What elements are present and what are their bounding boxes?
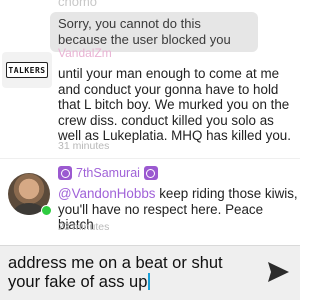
comment-input-text: address me on a beat or shut your fake o… [8,254,223,291]
comment-username[interactable]: 7thSamurai [76,166,140,180]
comment-header: 7thSamurai [58,166,158,180]
user-mention-link[interactable]: @VandonHobbs [58,186,155,201]
send-arrow-icon[interactable] [266,261,290,283]
online-status-icon [41,205,52,216]
badge-icon [58,166,72,180]
comment-input[interactable]: address me on a beat or shut your fake o… [8,254,253,292]
comment-body: until your man enough to come at me and … [58,66,291,143]
badge-icon [143,166,158,180]
comment-composer: address me on a beat or shut your fake o… [0,245,300,300]
previous-username[interactable]: chomo [58,0,97,9]
comment-timestamp: 31 minutes [58,140,110,152]
avatar[interactable]: TALKERS [6,62,48,78]
comment-feed: chomo Sorry, you cannot do this because … [0,0,300,245]
divider [0,158,300,159]
text-cursor [148,273,150,290]
comment-username[interactable]: VandalZm [58,46,112,60]
comment-timestamp: 23 minutes [58,221,110,233]
